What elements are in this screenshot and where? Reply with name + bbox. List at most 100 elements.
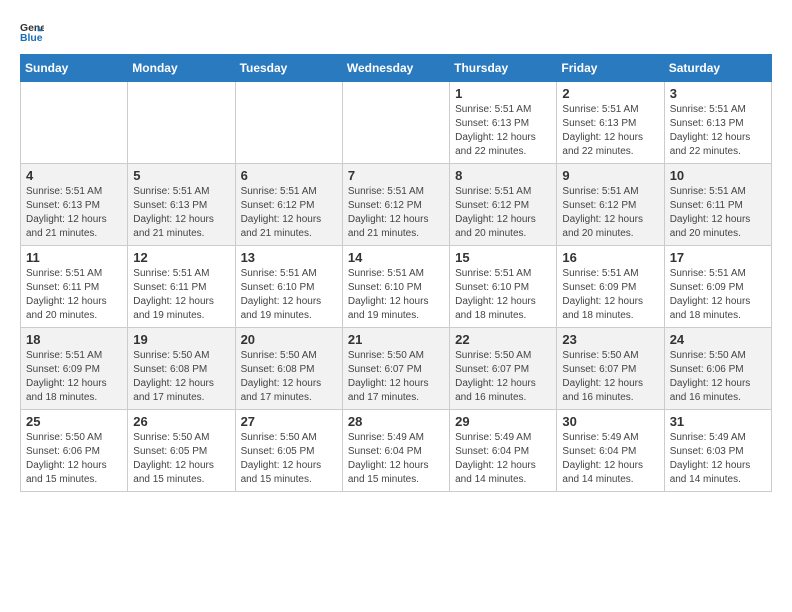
day-info: Sunrise: 5:49 AM Sunset: 6:04 PM Dayligh…	[455, 431, 551, 487]
day-info: Sunrise: 5:51 AM Sunset: 6:13 PM Dayligh…	[562, 103, 658, 159]
logo-icon: General Blue	[20, 20, 44, 44]
calendar-cell: 18Sunrise: 5:51 AM Sunset: 6:09 PM Dayli…	[21, 328, 128, 410]
day-header-saturday: Saturday	[664, 55, 771, 82]
calendar-cell: 26Sunrise: 5:50 AM Sunset: 6:05 PM Dayli…	[128, 410, 235, 492]
day-info: Sunrise: 5:50 AM Sunset: 6:07 PM Dayligh…	[455, 349, 551, 405]
day-number: 27	[241, 414, 337, 429]
day-number: 10	[670, 168, 766, 183]
calendar-cell: 10 Sunrise: 5:51 AM Sunset: 6:11 PM Dayli…	[664, 164, 771, 246]
day-number: 29	[455, 414, 551, 429]
day-info: Sunrise: 5:51 AM Sunset: 6:11 PM Dayligh…	[670, 185, 766, 241]
day-number: 14	[348, 250, 444, 265]
day-info: Sunrise: 5:51 AM Sunset: 6:13 PM Dayligh…	[455, 103, 551, 159]
day-number: 21	[348, 332, 444, 347]
day-number: 4	[26, 168, 122, 183]
day-info: Sunrise: 5:49 AM Sunset: 6:04 PM Dayligh…	[348, 431, 444, 487]
day-number: 31	[670, 414, 766, 429]
calendar-week-row: 1 Sunrise: 5:51 AM Sunset: 6:13 PM Daylig…	[21, 82, 772, 164]
calendar-cell: 7 Sunrise: 5:51 AM Sunset: 6:12 PM Daylig…	[342, 164, 449, 246]
calendar-cell: 11 Sunrise: 5:51 AM Sunset: 6:11 PM Dayli…	[21, 246, 128, 328]
day-number: 13	[241, 250, 337, 265]
day-info: Sunrise: 5:51 AM Sunset: 6:12 PM Dayligh…	[562, 185, 658, 241]
calendar-cell: 23 Sunrise: 5:50 AM Sunset: 6:07 PM Dayli…	[557, 328, 664, 410]
calendar-cell: 31Sunrise: 5:49 AM Sunset: 6:03 PM Dayli…	[664, 410, 771, 492]
calendar-cell: 15Sunrise: 5:51 AM Sunset: 6:10 PM Dayli…	[450, 246, 557, 328]
day-info: Sunrise: 5:50 AM Sunset: 6:07 PM Dayligh…	[562, 349, 658, 405]
calendar-cell: 4Sunrise: 5:51 AM Sunset: 6:13 PM Daylig…	[21, 164, 128, 246]
day-info: Sunrise: 5:51 AM Sunset: 6:13 PM Dayligh…	[670, 103, 766, 159]
day-number: 9	[562, 168, 658, 183]
calendar-cell	[342, 82, 449, 164]
day-number: 6	[241, 168, 337, 183]
calendar-cell: 2 Sunrise: 5:51 AM Sunset: 6:13 PM Daylig…	[557, 82, 664, 164]
calendar-cell: 20 Sunrise: 5:50 AM Sunset: 6:08 PM Dayli…	[235, 328, 342, 410]
day-info: Sunrise: 5:50 AM Sunset: 6:05 PM Dayligh…	[241, 431, 337, 487]
day-number: 2	[562, 86, 658, 101]
day-number: 19	[133, 332, 229, 347]
calendar-cell: 29 Sunrise: 5:49 AM Sunset: 6:04 PM Dayli…	[450, 410, 557, 492]
page-header: General Blue	[20, 20, 772, 44]
day-number: 16	[562, 250, 658, 265]
calendar-week-row: 18Sunrise: 5:51 AM Sunset: 6:09 PM Dayli…	[21, 328, 772, 410]
calendar-cell: 19 Sunrise: 5:50 AM Sunset: 6:08 PM Dayli…	[128, 328, 235, 410]
calendar-cell	[235, 82, 342, 164]
calendar-cell: 12 Sunrise: 5:51 AM Sunset: 6:11 PM Dayli…	[128, 246, 235, 328]
day-number: 24	[670, 332, 766, 347]
calendar-cell: 28 Sunrise: 5:49 AM Sunset: 6:04 PM Dayli…	[342, 410, 449, 492]
day-info: Sunrise: 5:50 AM Sunset: 6:06 PM Dayligh…	[670, 349, 766, 405]
calendar-cell: 30Sunrise: 5:49 AM Sunset: 6:04 PM Dayli…	[557, 410, 664, 492]
day-number: 7	[348, 168, 444, 183]
day-number: 3	[670, 86, 766, 101]
calendar-cell: 17 Sunrise: 5:51 AM Sunset: 6:09 PM Dayli…	[664, 246, 771, 328]
day-info: Sunrise: 5:51 AM Sunset: 6:10 PM Dayligh…	[348, 267, 444, 323]
day-info: Sunrise: 5:51 AM Sunset: 6:12 PM Dayligh…	[348, 185, 444, 241]
day-number: 17	[670, 250, 766, 265]
day-info: Sunrise: 5:51 AM Sunset: 6:10 PM Dayligh…	[241, 267, 337, 323]
day-number: 8	[455, 168, 551, 183]
day-header-friday: Friday	[557, 55, 664, 82]
day-info: Sunrise: 5:50 AM Sunset: 6:05 PM Dayligh…	[133, 431, 229, 487]
day-number: 15	[455, 250, 551, 265]
day-number: 1	[455, 86, 551, 101]
day-header-wednesday: Wednesday	[342, 55, 449, 82]
day-info: Sunrise: 5:50 AM Sunset: 6:08 PM Dayligh…	[241, 349, 337, 405]
day-number: 12	[133, 250, 229, 265]
day-number: 30	[562, 414, 658, 429]
calendar-cell: 3 Sunrise: 5:51 AM Sunset: 6:13 PM Daylig…	[664, 82, 771, 164]
day-header-tuesday: Tuesday	[235, 55, 342, 82]
day-info: Sunrise: 5:50 AM Sunset: 6:08 PM Dayligh…	[133, 349, 229, 405]
day-info: Sunrise: 5:51 AM Sunset: 6:09 PM Dayligh…	[670, 267, 766, 323]
day-info: Sunrise: 5:50 AM Sunset: 6:06 PM Dayligh…	[26, 431, 122, 487]
calendar-cell: 5Sunrise: 5:51 AM Sunset: 6:13 PM Daylig…	[128, 164, 235, 246]
day-header-monday: Monday	[128, 55, 235, 82]
calendar-cell: 9 Sunrise: 5:51 AM Sunset: 6:12 PM Daylig…	[557, 164, 664, 246]
calendar-cell: 21 Sunrise: 5:50 AM Sunset: 6:07 PM Dayli…	[342, 328, 449, 410]
day-number: 11	[26, 250, 122, 265]
calendar-cell: 8 Sunrise: 5:51 AM Sunset: 6:12 PM Daylig…	[450, 164, 557, 246]
day-number: 20	[241, 332, 337, 347]
day-number: 28	[348, 414, 444, 429]
day-info: Sunrise: 5:51 AM Sunset: 6:09 PM Dayligh…	[562, 267, 658, 323]
calendar-cell: 14 Sunrise: 5:51 AM Sunset: 6:10 PM Dayli…	[342, 246, 449, 328]
calendar-cell: 6 Sunrise: 5:51 AM Sunset: 6:12 PM Daylig…	[235, 164, 342, 246]
day-info: Sunrise: 5:51 AM Sunset: 6:12 PM Dayligh…	[241, 185, 337, 241]
calendar-header-row: SundayMondayTuesdayWednesdayThursdayFrid…	[21, 55, 772, 82]
calendar-cell: 27 Sunrise: 5:50 AM Sunset: 6:05 PM Dayli…	[235, 410, 342, 492]
calendar-table: SundayMondayTuesdayWednesdayThursdayFrid…	[20, 54, 772, 492]
day-info: Sunrise: 5:51 AM Sunset: 6:13 PM Dayligh…	[133, 185, 229, 241]
day-header-sunday: Sunday	[21, 55, 128, 82]
logo: General Blue	[20, 20, 44, 44]
calendar-cell	[128, 82, 235, 164]
calendar-cell	[21, 82, 128, 164]
day-info: Sunrise: 5:50 AM Sunset: 6:07 PM Dayligh…	[348, 349, 444, 405]
day-info: Sunrise: 5:51 AM Sunset: 6:11 PM Dayligh…	[133, 267, 229, 323]
day-number: 22	[455, 332, 551, 347]
calendar-week-row: 25 Sunrise: 5:50 AM Sunset: 6:06 PM Dayli…	[21, 410, 772, 492]
calendar-week-row: 11 Sunrise: 5:51 AM Sunset: 6:11 PM Dayli…	[21, 246, 772, 328]
calendar-cell: 1 Sunrise: 5:51 AM Sunset: 6:13 PM Daylig…	[450, 82, 557, 164]
calendar-cell: 13 Sunrise: 5:51 AM Sunset: 6:10 PM Dayli…	[235, 246, 342, 328]
day-number: 25	[26, 414, 122, 429]
day-info: Sunrise: 5:51 AM Sunset: 6:11 PM Dayligh…	[26, 267, 122, 323]
day-info: Sunrise: 5:51 AM Sunset: 6:12 PM Dayligh…	[455, 185, 551, 241]
day-number: 23	[562, 332, 658, 347]
